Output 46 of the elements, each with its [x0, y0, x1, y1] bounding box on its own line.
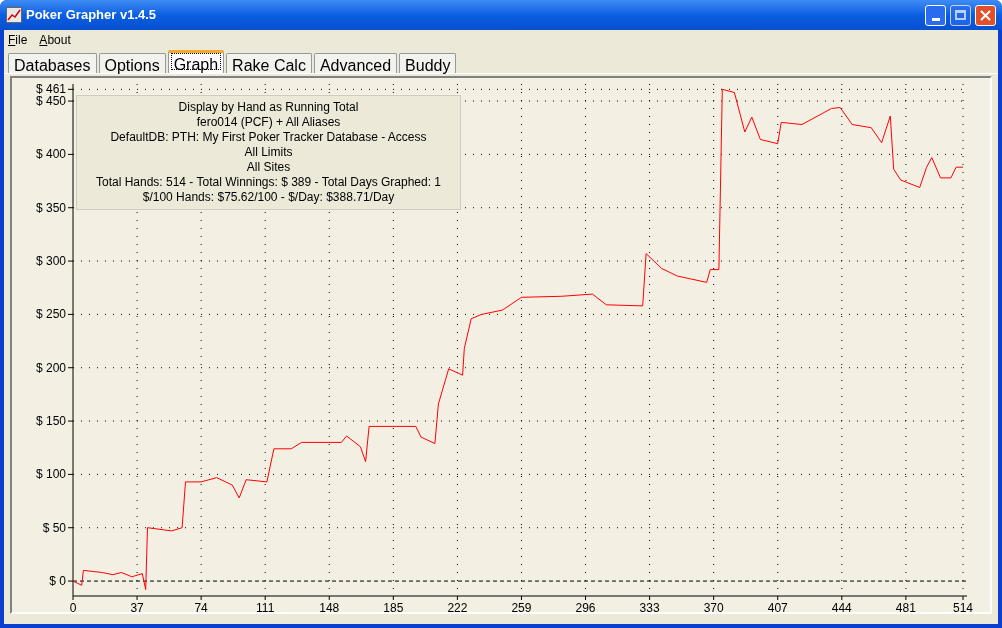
x-tick-label: 148 [319, 601, 340, 612]
y-tick-label: $ 100 [35, 467, 66, 482]
close-button[interactable] [975, 4, 996, 26]
y-tick-label: $ 450 [35, 94, 66, 109]
x-tick-label: 481 [895, 601, 916, 612]
x-tick-label: 296 [575, 601, 596, 612]
tab[interactable]: Databases [8, 53, 97, 73]
x-tick-label: 74 [194, 601, 208, 612]
y-tick-label: $ 0 [49, 574, 66, 589]
y-tick-label: $ 300 [35, 254, 66, 269]
y-tick-label: $ 400 [35, 147, 66, 162]
menu-item[interactable]: File [8, 31, 28, 49]
x-tick-label: 185 [383, 601, 404, 612]
tab[interactable]: Advanced [313, 53, 398, 73]
x-tick-label: 370 [703, 601, 724, 612]
y-tick-label: $ 150 [35, 414, 66, 429]
close-icon [980, 9, 991, 21]
y-tick-label: $ 250 [35, 307, 66, 322]
x-tick-label: 111 [256, 601, 275, 612]
minimize-button[interactable] [925, 4, 946, 26]
menu-item[interactable]: About [39, 31, 71, 49]
legend-text: DefaultDB: PTH: My First Poker Tracker Database - Access [110, 130, 427, 145]
x-tick-label: 333 [639, 601, 660, 612]
x-tick-label: 222 [447, 601, 468, 612]
tab[interactable]: Rake Calc [226, 53, 312, 73]
legend-text: All Sites [246, 160, 291, 175]
tab[interactable]: Options [98, 53, 166, 73]
x-tick-label: 37 [130, 601, 144, 612]
x-tick-label: 444 [831, 601, 852, 612]
legend-text: $/100 Hands: $75.62/100 - $/Day: $388.71/Day [142, 190, 395, 205]
y-tick-label: $ 461 [35, 82, 66, 97]
chart-line-icon [6, 7, 22, 23]
legend-text: fero014 (PCF) + All Aliases [196, 115, 341, 130]
maximize-button[interactable] [950, 4, 971, 26]
x-tick-label: 259 [511, 601, 532, 612]
y-tick-label: $ 200 [35, 360, 66, 375]
legend-text: All Limits [244, 145, 293, 160]
x-tick-label: 0 [69, 601, 77, 612]
window-title: Poker Grapher v1.4.5 [26, 6, 158, 25]
legend-text: Total Hands: 514 - Total Winnings: $ 389 - Total Days Graphed: 1 [95, 175, 442, 190]
y-tick-label: $ 350 [35, 200, 66, 215]
y-tick-label: $ 50 [42, 520, 66, 535]
legend-text: Display by Hand as Running Total [178, 100, 359, 115]
x-tick-label: 407 [767, 601, 788, 612]
x-tick-label: 514 [953, 601, 973, 612]
tab[interactable]: Buddy [399, 53, 457, 73]
